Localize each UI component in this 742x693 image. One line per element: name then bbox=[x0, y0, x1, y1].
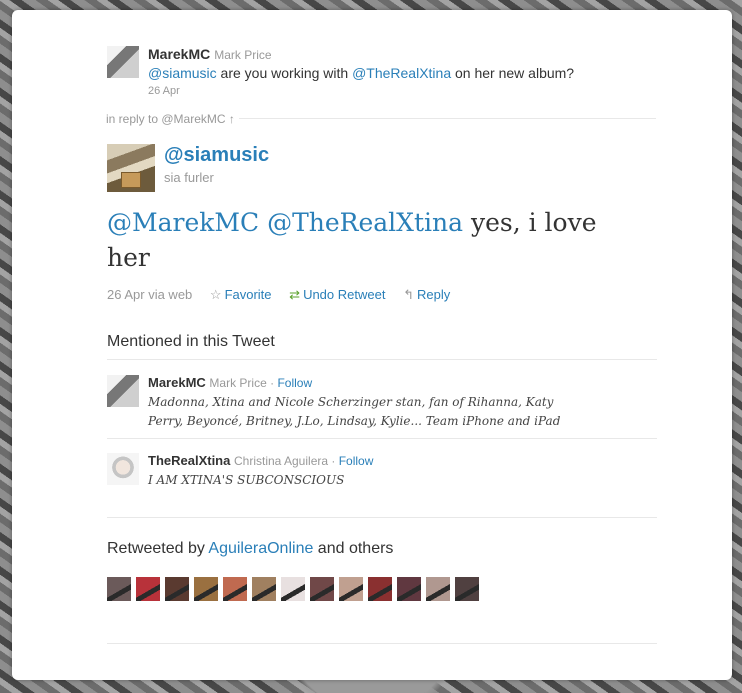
avatar-marekmc[interactable] bbox=[107, 46, 139, 78]
reply-button[interactable]: ↰ Reply bbox=[403, 287, 450, 302]
mention-siamusic[interactable]: @siamusic bbox=[148, 65, 217, 81]
retweeter-avatar[interactable] bbox=[223, 577, 247, 601]
avatar-marekmc-mention[interactable] bbox=[107, 375, 139, 407]
bio-line: I AM XTINA'S SUBCONSCIOUS bbox=[148, 473, 345, 487]
main-realname: sia furler bbox=[164, 170, 214, 185]
retweeter-avatar[interactable] bbox=[252, 577, 276, 601]
favorite-button[interactable]: ☆ Favorite bbox=[210, 287, 272, 302]
main-tweet-text: @MarekMC @TheRealXtina yes, i love her bbox=[107, 205, 627, 275]
retweeter-avatars bbox=[107, 577, 479, 601]
reply-arrow-icon: ↰ bbox=[403, 287, 414, 302]
main-username[interactable]: @siamusic bbox=[164, 144, 269, 167]
mentioned-user-bio: I AM XTINA'S SUBCONSCIOUS bbox=[148, 471, 344, 490]
parent-tweet-text: @siamusic are you working with @TheRealX… bbox=[148, 65, 574, 81]
bio-line: Madonna, Xtina and Nicole Scherzinger st… bbox=[148, 395, 554, 409]
parent-text-mid: are you working with bbox=[216, 65, 353, 81]
parent-realname: Mark Price bbox=[214, 48, 272, 62]
bio-line: Perry, Beyoncé, Britney, J.Lo, Lindsay, … bbox=[148, 414, 561, 428]
retweeter-avatar[interactable] bbox=[339, 577, 363, 601]
retweeter-avatar[interactable] bbox=[397, 577, 421, 601]
follow-button[interactable]: Follow bbox=[277, 376, 312, 390]
parent-text-suffix: on her new album? bbox=[451, 65, 575, 81]
tweet-meta[interactable]: 26 Apr via web bbox=[107, 287, 192, 302]
mentioned-username[interactable]: MarekMC bbox=[148, 375, 206, 390]
star-outline-icon: ☆ bbox=[209, 287, 222, 302]
undo-retweet-button[interactable]: ⇄ Undo Retweet bbox=[289, 287, 385, 302]
parent-username[interactable]: MarekMC bbox=[148, 46, 210, 62]
retweeter-avatar[interactable] bbox=[165, 577, 189, 601]
retweeter-avatar[interactable] bbox=[136, 577, 160, 601]
retweet-icon: ⇄ bbox=[289, 287, 301, 302]
in-reply-to-link[interactable]: in reply to @MarekMC ↑ bbox=[102, 112, 239, 126]
parent-tweet-date[interactable]: 26 Apr bbox=[148, 85, 180, 97]
follow-button[interactable]: Follow bbox=[339, 454, 374, 468]
retweeter-link[interactable]: AguileraOnline bbox=[208, 540, 313, 557]
retweeter-avatar[interactable] bbox=[455, 577, 479, 601]
mention-marekmc[interactable]: @MarekMC bbox=[107, 208, 259, 237]
mention-therealxtina[interactable]: @TheRealXtina bbox=[352, 65, 451, 81]
mentioned-user-header: TheRealXtina Christina Aguilera · Follow bbox=[148, 453, 373, 468]
mentioned-username[interactable]: TheRealXtina bbox=[148, 453, 230, 468]
mentioned-realname: Christina Aguilera bbox=[233, 454, 329, 468]
reply-label: Reply bbox=[416, 287, 451, 302]
retweeter-avatar[interactable] bbox=[368, 577, 392, 601]
retweeted-suffix: and others bbox=[313, 540, 394, 557]
separator: · bbox=[266, 376, 278, 390]
tweet-actions: 26 Apr via web ☆ Favorite ⇄ Undo Retweet ↰… bbox=[107, 287, 450, 303]
divider bbox=[107, 359, 657, 360]
favorite-label: Favorite bbox=[224, 287, 272, 302]
separator: · bbox=[328, 454, 339, 468]
undo-retweet-label: Undo Retweet bbox=[303, 287, 386, 302]
retweeter-avatar[interactable] bbox=[426, 577, 450, 601]
retweeter-avatar[interactable] bbox=[194, 577, 218, 601]
retweeter-avatar[interactable] bbox=[310, 577, 334, 601]
mentioned-realname: Mark Price bbox=[209, 376, 267, 390]
mentioned-title: Mentioned in this Tweet bbox=[107, 333, 275, 350]
divider bbox=[107, 643, 657, 644]
retweeted-prefix: Retweeted by bbox=[107, 540, 209, 557]
retweeted-title: Retweeted by AguileraOnline and others bbox=[107, 540, 393, 558]
divider bbox=[107, 517, 657, 518]
mention-therealxtina-main[interactable]: @TheRealXtina bbox=[267, 208, 463, 237]
avatar-therealxtina[interactable] bbox=[107, 453, 139, 485]
tweet-card: MarekMC Mark Price @siamusic are you work… bbox=[12, 10, 732, 680]
retweeter-avatar[interactable] bbox=[281, 577, 305, 601]
avatar-siamusic[interactable] bbox=[107, 144, 155, 192]
retweeter-avatar[interactable] bbox=[107, 577, 131, 601]
divider bbox=[107, 438, 657, 439]
mentioned-user-header: MarekMC Mark Price · Follow bbox=[148, 375, 312, 390]
mentioned-user-bio: Madonna, Xtina and Nicole Scherzinger st… bbox=[148, 393, 618, 431]
parent-tweet-header: MarekMC Mark Price bbox=[148, 46, 272, 62]
